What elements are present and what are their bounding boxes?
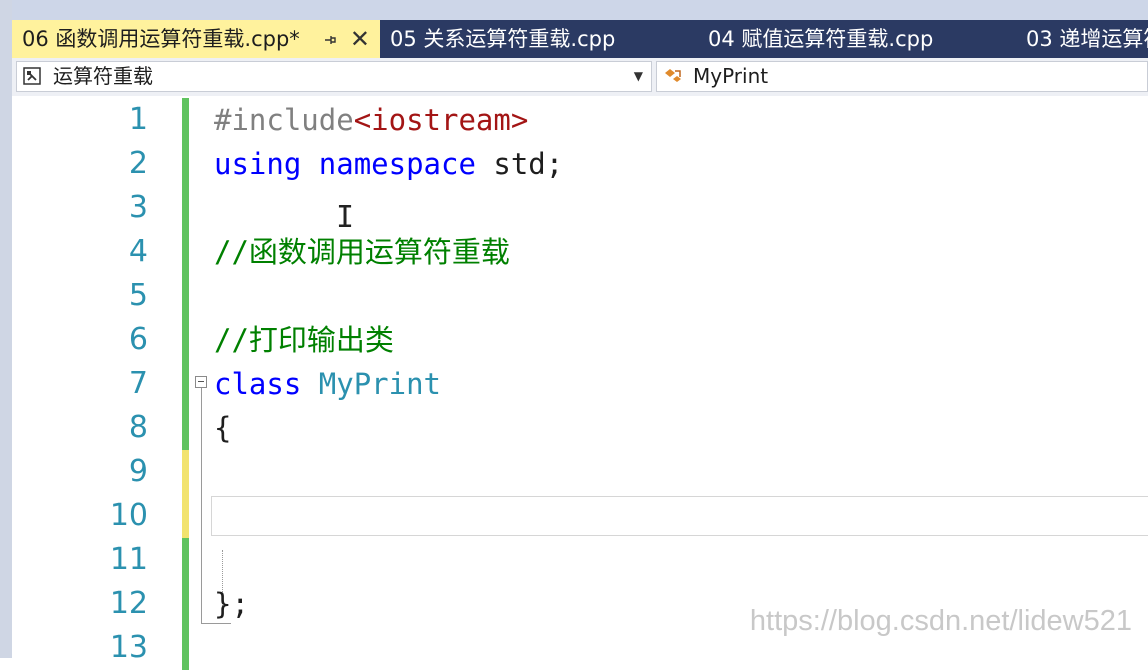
line-number: 8: [128, 410, 148, 445]
code-line: 3: [12, 186, 1148, 230]
code-text: {: [214, 411, 232, 445]
line-number: 5: [128, 278, 148, 313]
comment-text: //打印输出类: [214, 323, 394, 357]
tab-06-function-call-operator[interactable]: 06 函数调用运算符重载.cpp* ✕: [12, 20, 380, 58]
line-number: 1: [128, 102, 148, 137]
collapse-icon[interactable]: [195, 376, 207, 388]
code-text: #include<iostream>: [214, 103, 529, 137]
code-line: 11: [12, 538, 1148, 582]
line-number: 10: [109, 498, 148, 533]
watermark: https://blog.csdn.net/lidew521: [749, 605, 1132, 637]
change-marker-saved: [182, 274, 189, 318]
line-number: 2: [128, 146, 148, 181]
scope-value: 运算符重载: [53, 64, 153, 88]
change-marker-saved: [182, 362, 189, 406]
line-number: 7: [128, 366, 148, 401]
change-marker-saved: [182, 538, 189, 582]
code-line: 7 class MyPrint: [12, 362, 1148, 406]
code-line-current: 10: [12, 494, 1148, 538]
line-number: 3: [128, 190, 148, 225]
code-line: 6 //打印输出类: [12, 318, 1148, 362]
change-marker-unsaved: [182, 450, 189, 494]
code-line: 9: [12, 450, 1148, 494]
close-icon[interactable]: ✕: [350, 20, 370, 58]
text-cursor-icon: I: [336, 200, 355, 235]
line-number: 6: [128, 322, 148, 357]
code-text: class MyPrint: [214, 367, 441, 401]
line-number: 9: [128, 454, 148, 489]
class-icon: [663, 67, 681, 85]
code-line: 5: [12, 274, 1148, 318]
member-value: MyPrint: [693, 64, 769, 88]
member-dropdown[interactable]: MyPrint: [656, 61, 1148, 92]
code-line: 1 #include<iostream>: [12, 98, 1148, 142]
change-marker-saved: [182, 142, 189, 186]
tab-03-increment-operator[interactable]: 03 递增运算符重载.cpp: [1016, 20, 1148, 58]
code-text: };: [214, 587, 249, 621]
tab-label: 03 递增运算符重载.cpp: [1026, 27, 1148, 51]
tab-04-assignment-operator[interactable]: 04 赋值运算符重载.cpp: [698, 20, 1008, 58]
chevron-down-icon[interactable]: ▼: [634, 62, 643, 91]
left-tool-strip: [0, 0, 12, 658]
change-marker-saved: [182, 186, 189, 230]
change-marker-saved: [182, 98, 189, 142]
tab-label: 04 赋值运算符重载.cpp: [708, 27, 934, 51]
code-text: using namespace std;: [214, 147, 564, 181]
title-strip: [12, 0, 1148, 20]
change-marker-saved: [182, 230, 189, 274]
tab-label: 05 关系运算符重载.cpp: [390, 27, 616, 51]
code-line: 2 using namespace std;: [12, 142, 1148, 186]
change-marker-saved: [182, 582, 189, 626]
pin-icon[interactable]: [322, 20, 338, 58]
line-number: 4: [128, 234, 148, 269]
navigation-bar: 运算符重载 ▼ MyPrint: [12, 58, 1148, 97]
code-editor[interactable]: 1 #include<iostream> 2 using namespace s…: [12, 96, 1148, 670]
document-tab-bar: 06 函数调用运算符重载.cpp* ✕ 05 关系运算符重载.cpp 04 赋值…: [12, 20, 1148, 58]
change-marker-saved: [182, 318, 189, 362]
comment-text: //函数调用运算符重载: [214, 235, 510, 269]
project-scope-icon: [23, 67, 41, 85]
line-number: 12: [109, 586, 148, 621]
tab-label: 06 函数调用运算符重载.cpp*: [22, 27, 300, 51]
change-marker-unsaved: [182, 494, 189, 538]
code-line: 8 {: [12, 406, 1148, 450]
code-line: 4 //函数调用运算符重载: [12, 230, 1148, 274]
line-number: 11: [109, 542, 148, 577]
scope-dropdown[interactable]: 运算符重载 ▼: [16, 61, 652, 92]
tab-05-relational-operator[interactable]: 05 关系运算符重载.cpp: [380, 20, 680, 58]
change-marker-saved: [182, 626, 189, 670]
line-number: 13: [109, 630, 148, 665]
change-marker-saved: [182, 406, 189, 450]
